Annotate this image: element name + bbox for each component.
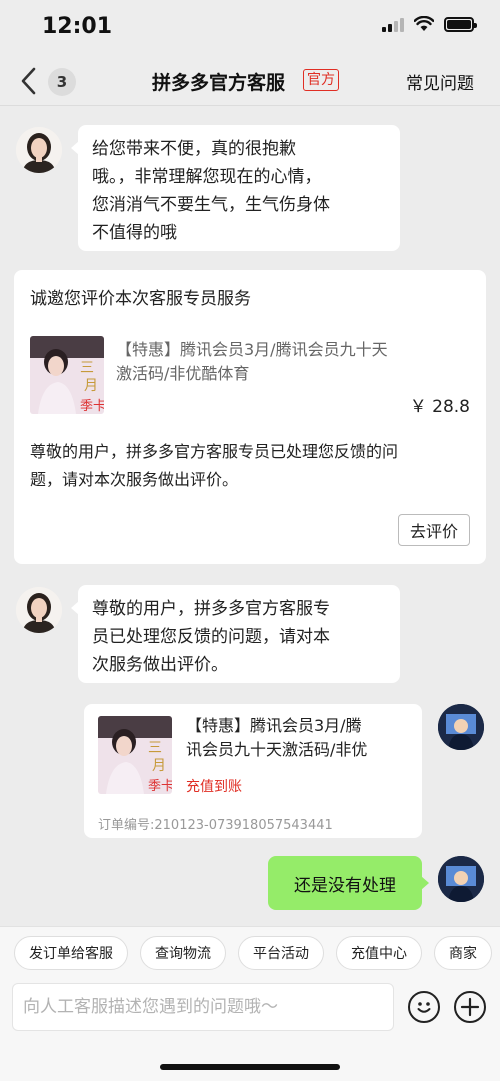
svg-text:三: 三	[148, 740, 162, 756]
quick-reply-row: 发订单给客服 查询物流 平台活动 充值中心 商家	[14, 936, 492, 970]
user-avatar-image	[438, 704, 484, 750]
nav-bar: 3 拼多多官方客服 官方 常见问题	[0, 56, 500, 106]
svg-text:季卡: 季卡	[80, 399, 104, 414]
agent-avatar[interactable]	[16, 587, 62, 633]
quick-reply-activities[interactable]: 平台活动	[238, 936, 324, 970]
status-icons	[382, 16, 477, 32]
message-line: 次服务做出评价。	[92, 655, 228, 675]
order-product-title: 【特惠】腾讯会员3月/腾 讯会员九十天激活码/非优	[186, 714, 412, 762]
status-bar: 12:01	[0, 0, 500, 56]
message-input[interactable]	[12, 983, 394, 1031]
message-line: 给您带来不便，真的很抱歉	[92, 139, 296, 159]
page-title: 拼多多官方客服	[152, 72, 286, 94]
order-card[interactable]: 三 月 季卡 【特惠】腾讯会员3月/腾 讯会员九十天激活码/非优 充值到账 订单…	[84, 704, 422, 838]
more-button[interactable]	[454, 991, 486, 1023]
order-title-line: 【特惠】腾讯会员3月/腾	[186, 716, 362, 735]
evaluation-card: 诚邀您评价本次客服专员服务 三 月 季卡 【特惠】腾讯会员3月/腾讯会员九十天 …	[14, 270, 486, 564]
svg-text:月: 月	[152, 758, 166, 774]
message-line: 尊敬的用户，拼多多官方客服专	[92, 599, 330, 619]
quick-reply-logistics[interactable]: 查询物流	[140, 936, 226, 970]
order-product-thumbnail: 三 月 季卡	[98, 716, 172, 794]
message-line: 哦。，非常理解您现在的心情，	[92, 167, 322, 187]
quick-reply-merchant[interactable]: 商家	[434, 936, 492, 970]
user-message-bubble: 还是没有处理	[268, 856, 429, 910]
svg-text:月: 月	[84, 378, 98, 394]
message-line: 不值得的哦	[92, 223, 177, 243]
product-thumbnail[interactable]: 三 月 季卡	[30, 336, 104, 414]
battery-icon	[444, 16, 477, 32]
svg-text:三: 三	[80, 360, 94, 376]
cellular-signal-icon	[382, 16, 404, 32]
rate-service-button[interactable]: 去评价	[398, 514, 470, 546]
product-price: ￥ 28.8	[409, 397, 470, 417]
message-line: 员已处理您反馈的问题，请对本	[92, 627, 330, 647]
status-time: 12:01	[42, 14, 113, 39]
agent-avatar[interactable]	[16, 127, 62, 173]
faq-link[interactable]: 常见问题	[406, 69, 474, 94]
back-button[interactable]	[18, 64, 40, 98]
quick-reply-send-order[interactable]: 发订单给客服	[14, 936, 128, 970]
smiley-icon	[417, 1002, 431, 1013]
home-indicator	[160, 1064, 340, 1070]
order-title-line: 讯会员九十天激活码/非优	[186, 740, 368, 759]
unread-count-badge[interactable]: 3	[48, 68, 76, 96]
order-status: 充值到账	[186, 779, 242, 795]
chevron-left-icon	[21, 67, 36, 95]
quick-reply-recharge[interactable]: 充值中心	[336, 936, 422, 970]
message-line: 您消消气不要生气，生气伤身体	[92, 195, 330, 215]
user-avatar[interactable]	[438, 704, 484, 750]
user-avatar[interactable]	[438, 856, 484, 902]
agent-avatar-image	[16, 127, 62, 173]
official-tag: 官方	[303, 69, 339, 91]
order-number: 订单编号:210123-073918057543441	[98, 818, 333, 833]
wifi-icon	[414, 16, 434, 31]
evaluation-body: 尊敬的用户，拼多多官方客服专员已处理您反馈的问 题，请对本次服务做出评价。	[30, 438, 476, 494]
user-avatar-image	[438, 856, 484, 902]
evaluation-body-line: 尊敬的用户，拼多多官方客服专员已处理您反馈的问	[30, 442, 399, 461]
plus-icon	[460, 997, 480, 1017]
emoji-button[interactable]	[408, 991, 440, 1023]
evaluation-body-line: 题，请对本次服务做出评价。	[30, 470, 239, 489]
agent-message-bubble: 尊敬的用户，拼多多官方客服专 员已处理您反馈的问题，请对本 次服务做出评价。	[71, 585, 400, 683]
product-title[interactable]: 【特惠】腾讯会员3月/腾讯会员九十天 激活码/非优酷体育	[116, 338, 456, 386]
agent-avatar-image	[16, 587, 62, 633]
product-title-line: 激活码/非优酷体育	[116, 364, 250, 383]
evaluation-title: 诚邀您评价本次客服专员服务	[30, 289, 251, 309]
svg-text:季卡: 季卡	[148, 779, 172, 794]
product-title-line: 【特惠】腾讯会员3月/腾讯会员九十天	[116, 340, 388, 359]
bottom-toolbar: 发订单给客服 查询物流 平台活动 充值中心 商家	[0, 926, 500, 1081]
agent-message-bubble: 给您带来不便，真的很抱歉 哦。，非常理解您现在的心情， 您消消气不要生气，生气伤…	[71, 125, 400, 251]
